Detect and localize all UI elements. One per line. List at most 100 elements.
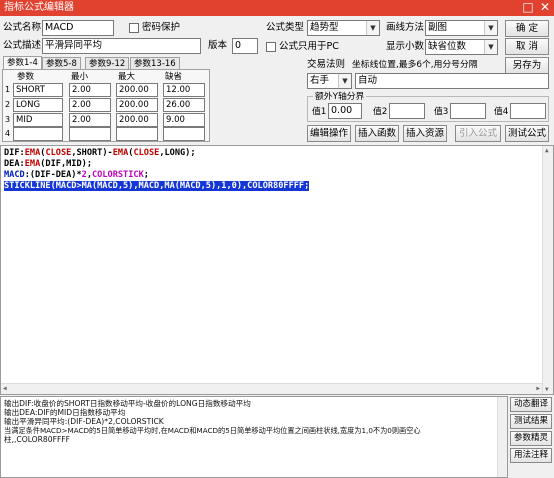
param-name-input[interactable]: SHORT: [13, 83, 63, 97]
insert-function-button[interactable]: 插入函数: [355, 125, 399, 142]
param-min-input[interactable]: 2.00: [69, 83, 111, 97]
code-line-2: DEA:EMA(DIF,MID);: [4, 159, 92, 170]
param-max-input[interactable]: 200.00: [116, 98, 158, 112]
formula-type-select[interactable]: 趋势型 ▼: [307, 20, 380, 36]
formula-name-input[interactable]: MACD: [42, 20, 114, 36]
import-formula-button[interactable]: 引入公式: [455, 125, 501, 142]
save-as-button[interactable]: 另存为: [505, 57, 549, 74]
param-default-input[interactable]: 26.00: [163, 98, 205, 112]
param-min-input[interactable]: 2.00: [69, 98, 111, 112]
param-max-input[interactable]: [116, 127, 158, 141]
code-token: CLOSE: [133, 148, 160, 158]
code-line-4: STICKLINE(MACD>MA(MACD,5),MACD,MA(MACD,5…: [4, 181, 310, 192]
code-editor[interactable]: DIF:EMA(CLOSE,SHORT)-EMA(CLOSE,LONG); DE…: [0, 145, 554, 395]
param-row-index: 3: [5, 115, 11, 124]
dynamic-translate-button[interactable]: 动态翻译: [510, 397, 552, 412]
test-formula-button[interactable]: 测试公式: [505, 125, 549, 142]
chevron-down-icon[interactable]: ▼: [366, 21, 379, 35]
value1-input[interactable]: 0.00: [328, 103, 362, 119]
restore-icon[interactable]: □: [520, 0, 536, 16]
scroll-up-icon[interactable]: ▲: [545, 147, 549, 154]
value4-input[interactable]: [510, 103, 546, 119]
output-line: 柱,,COLOR80FFFF: [4, 435, 71, 444]
version-input[interactable]: 0: [232, 38, 258, 54]
formula-desc-label: 公式描述: [3, 40, 42, 51]
extra-y-axis-label: 额外Y轴分界: [313, 90, 367, 104]
formula-type-value: 趋势型: [310, 22, 339, 33]
formula-desc-input[interactable]: 平滑异同平均: [42, 38, 201, 54]
param-header-min: 最小: [71, 72, 89, 82]
ok-button[interactable]: 确 定: [505, 20, 549, 37]
code-token: ;: [143, 170, 149, 180]
password-protect-checkbox[interactable]: [129, 23, 139, 33]
decimal-places-value: 缺省位数: [428, 41, 467, 52]
formula-name-label: 公式名称: [3, 22, 42, 33]
value4-label: 值4: [494, 107, 509, 117]
param-max-input[interactable]: 200.00: [116, 113, 158, 127]
decimal-places-select[interactable]: 缺省位数 ▼: [425, 39, 498, 55]
param-default-input[interactable]: 9.00: [163, 113, 205, 127]
code-token: ,SHORT)-: [71, 148, 113, 158]
output-scrollbar[interactable]: [497, 397, 507, 477]
cancel-button[interactable]: 取 消: [505, 38, 549, 55]
code-token: MACD: [4, 170, 25, 180]
code-token: COLORSTICK: [92, 170, 144, 180]
password-protect-label: 密码保护: [142, 22, 181, 33]
code-token: (DIF,MID);: [40, 159, 92, 169]
close-icon[interactable]: ✕: [537, 0, 553, 16]
version-label: 版本: [208, 40, 228, 51]
scroll-left-icon[interactable]: ◀: [3, 385, 7, 392]
usage-notes-button[interactable]: 用法注释: [510, 448, 552, 463]
param-default-input[interactable]: 12.00: [163, 83, 205, 97]
param-name-input[interactable]: [13, 127, 63, 141]
param-name-input[interactable]: LONG: [13, 98, 63, 112]
code-line-1: DIF:EMA(CLOSE,SHORT)-EMA(CLOSE,LONG);: [4, 148, 196, 159]
window-title: 指标公式编辑器: [4, 2, 74, 13]
value2-label: 值2: [373, 107, 388, 117]
formula-type-label: 公式类型: [266, 22, 305, 33]
code-token: EMA: [112, 148, 129, 158]
output-line: 输出DIF:收盘价的SHORT日指数移动平均-收盘价的LONG日指数移动平均: [4, 399, 251, 408]
param-wizard-button[interactable]: 参数精灵: [510, 431, 552, 446]
horizontal-scrollbar[interactable]: ◀ ▶: [1, 383, 542, 394]
param-row-index: 4: [5, 129, 11, 138]
trade-rule-select[interactable]: 右手 ▼: [307, 73, 352, 89]
coord-lines-input[interactable]: 自动: [355, 73, 549, 89]
scroll-down-icon[interactable]: ▼: [545, 386, 549, 393]
param-min-input[interactable]: 2.00: [69, 113, 111, 127]
test-result-button[interactable]: 测试结果: [510, 414, 552, 429]
code-token: :(DIF-DEA)*: [24, 170, 82, 180]
param-header-name: 参数: [17, 72, 35, 82]
code-token: DEA: [4, 159, 20, 169]
chevron-down-icon[interactable]: ▼: [484, 21, 497, 35]
chevron-down-icon[interactable]: ▼: [484, 40, 497, 54]
value3-label: 值3: [434, 107, 449, 117]
code-line-3: MACD:(DIF-DEA)*2,COLORSTICK;: [4, 170, 149, 181]
scroll-right-icon[interactable]: ▶: [536, 385, 540, 392]
param-max-input[interactable]: 200.00: [116, 83, 158, 97]
chevron-down-icon[interactable]: ▼: [338, 74, 351, 88]
pc-only-checkbox[interactable]: [266, 42, 276, 52]
trade-rule-label: 交易法则: [307, 59, 346, 70]
coord-hint-label: 坐标线位置,最多6个,用分号分隔: [352, 60, 478, 70]
code-token: EMA: [24, 148, 41, 158]
vertical-scrollbar[interactable]: ▲ ▼: [542, 146, 553, 394]
tab-params-1-4[interactable]: 参数1-4: [3, 56, 42, 70]
code-token: ,LONG);: [159, 148, 196, 158]
translation-output: 输出DIF:收盘价的SHORT日指数移动平均-收盘价的LONG日指数移动平均 输…: [0, 396, 508, 478]
edit-ops-button[interactable]: 编辑操作: [307, 125, 351, 142]
param-min-input[interactable]: [69, 127, 111, 141]
decimal-places-label: 显示小数: [386, 41, 425, 52]
code-token: CLOSE: [45, 148, 72, 158]
param-name-input[interactable]: MID: [13, 113, 63, 127]
draw-method-label: 画线方法: [386, 22, 425, 33]
insert-resource-button[interactable]: 插入资源: [403, 125, 447, 142]
value2-input[interactable]: [389, 103, 425, 119]
param-row-index: 1: [5, 85, 11, 94]
title-bar: 指标公式编辑器: [0, 0, 554, 16]
draw-method-select[interactable]: 副图 ▼: [425, 20, 498, 36]
selected-code-text: STICKLINE(MACD>MA(MACD,5),MACD,MA(MACD,5…: [4, 181, 310, 191]
param-default-input[interactable]: [163, 127, 205, 141]
value3-input[interactable]: [450, 103, 486, 119]
param-row-index: 2: [5, 100, 11, 109]
